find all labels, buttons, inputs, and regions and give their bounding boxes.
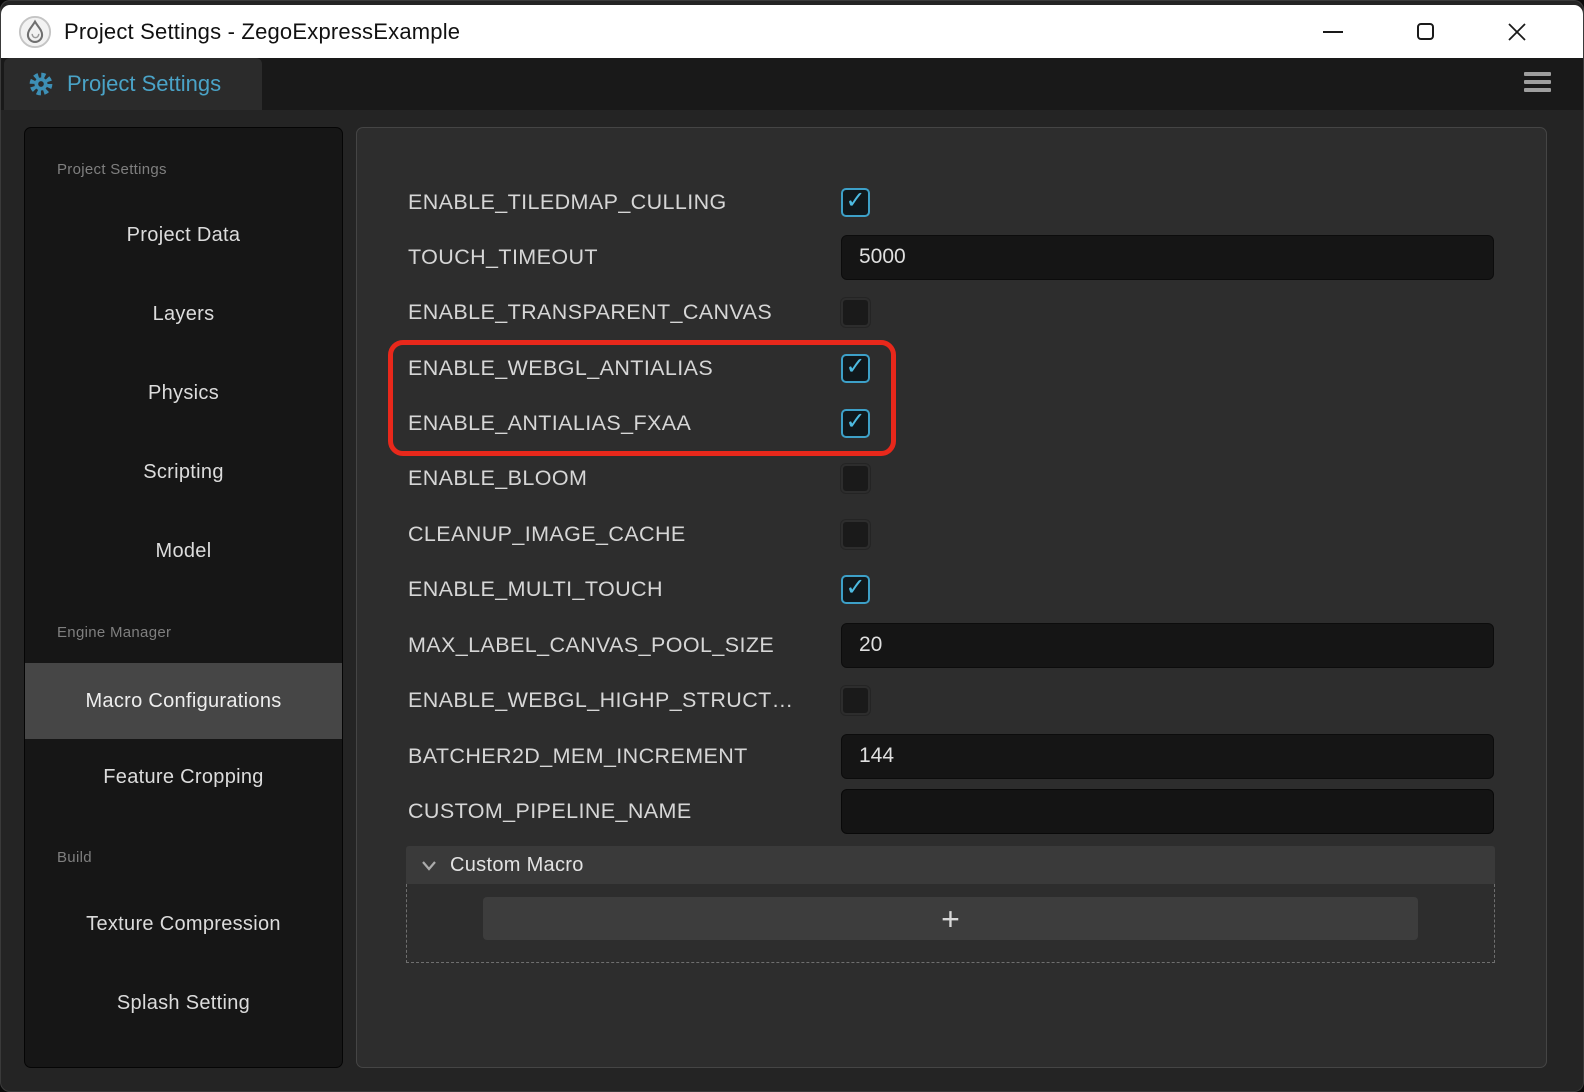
setting-label: ENABLE_ANTIALIAS_FXAA <box>408 411 691 436</box>
plus-icon: + <box>941 903 960 935</box>
sidebar-item-physics[interactable]: Physics <box>25 373 342 413</box>
close-icon <box>1507 22 1527 42</box>
setting-label: CLEANUP_IMAGE_CACHE <box>408 522 686 547</box>
setting-row: ENABLE_TILEDMAP_CULLING ✓ <box>357 179 1546 225</box>
setting-row: TOUCH_TIMEOUT <box>357 234 1546 280</box>
window-title: Project Settings - ZegoExpressExample <box>64 19 460 45</box>
setting-label: ENABLE_BLOOM <box>408 466 587 491</box>
setting-label: MAX_LABEL_CANVAS_POOL_SIZE <box>408 633 774 658</box>
checkbox-enable-antialias-fxaa[interactable]: ✓ <box>841 409 870 438</box>
setting-row: ENABLE_ANTIALIAS_FXAA ✓ <box>357 400 1546 446</box>
custom-macro-title: Custom Macro <box>450 854 584 877</box>
sidebar-item-macro-configurations[interactable]: Macro Configurations <box>25 663 342 739</box>
checkbox-cleanup-image-cache[interactable]: ✓ <box>841 520 870 549</box>
sidebar-item-model[interactable]: Model <box>25 531 342 571</box>
setting-row: ENABLE_MULTI_TOUCH ✓ <box>357 566 1546 612</box>
setting-label: ENABLE_TRANSPARENT_CANVAS <box>408 300 772 325</box>
setting-label: ENABLE_WEBGL_HIGHP_STRUCT… <box>408 688 794 713</box>
add-macro-button[interactable]: + <box>483 897 1418 940</box>
tabbar: Project Settings <box>1 58 1583 110</box>
sidebar-item-layers[interactable]: Layers <box>25 294 342 334</box>
setting-label: ENABLE_WEBGL_ANTIALIAS <box>408 356 713 381</box>
custom-macro-header[interactable]: Custom Macro <box>406 846 1495 884</box>
checkbox-enable-webgl-antialias[interactable]: ✓ <box>841 354 870 383</box>
setting-row: ENABLE_WEBGL_HIGHP_STRUCT… ✓ <box>357 677 1546 723</box>
sidebar-item-feature-cropping[interactable]: Feature Cropping <box>25 757 342 797</box>
checkbox-enable-tiledmap-culling[interactable]: ✓ <box>841 188 870 217</box>
custom-pipeline-name-input[interactable] <box>841 789 1494 834</box>
minimize-button[interactable] <box>1287 5 1379 58</box>
cocos-logo-icon <box>18 15 52 49</box>
setting-label: TOUCH_TIMEOUT <box>408 245 598 270</box>
menu-icon[interactable] <box>1524 72 1551 92</box>
setting-row: CLEANUP_IMAGE_CACHE ✓ <box>357 511 1546 557</box>
tab-label: Project Settings <box>67 71 221 97</box>
sidebar-item-scripting[interactable]: Scripting <box>25 452 342 492</box>
macro-configurations-panel: ENABLE_TILEDMAP_CULLING ✓ TOUCH_TIMEOUT … <box>356 127 1547 1068</box>
gear-icon <box>28 71 54 97</box>
setting-row: CUSTOM_PIPELINE_NAME <box>357 788 1546 834</box>
setting-label: BATCHER2D_MEM_INCREMENT <box>408 744 748 769</box>
setting-row: MAX_LABEL_CANVAS_POOL_SIZE <box>357 622 1546 668</box>
menu-bar <box>1524 80 1551 84</box>
menu-bar <box>1524 72 1551 76</box>
sidebar-item-splash-setting[interactable]: Splash Setting <box>25 983 342 1023</box>
checkbox-enable-webgl-highp-struct[interactable]: ✓ <box>841 686 870 715</box>
check-icon: ✓ <box>845 410 865 434</box>
check-icon: ✓ <box>845 576 865 600</box>
sidebar-item-project-data[interactable]: Project Data <box>25 215 342 255</box>
check-icon: ✓ <box>845 189 865 213</box>
tab-project-settings[interactable]: Project Settings <box>4 58 262 110</box>
close-button[interactable] <box>1471 5 1563 58</box>
minimize-icon <box>1323 31 1343 33</box>
setting-row: BATCHER2D_MEM_INCREMENT <box>357 733 1546 779</box>
checkbox-enable-multi-touch[interactable]: ✓ <box>841 575 870 604</box>
setting-label: ENABLE_TILEDMAP_CULLING <box>408 190 727 215</box>
setting-row: ENABLE_WEBGL_ANTIALIAS ✓ <box>357 345 1546 391</box>
maximize-button[interactable] <box>1379 5 1471 58</box>
maximize-icon <box>1417 23 1434 40</box>
setting-row: ENABLE_TRANSPARENT_CANVAS ✓ <box>357 289 1546 335</box>
setting-label: CUSTOM_PIPELINE_NAME <box>408 799 692 824</box>
custom-macro-section: Custom Macro + <box>406 846 1495 963</box>
window-controls <box>1287 5 1563 58</box>
checkbox-enable-transparent-canvas[interactable]: ✓ <box>841 298 870 327</box>
custom-macro-body: + <box>406 884 1495 963</box>
sidebar-item-texture-compression[interactable]: Texture Compression <box>25 904 342 944</box>
batcher2d-mem-increment-input[interactable] <box>841 734 1494 779</box>
setting-label: ENABLE_MULTI_TOUCH <box>408 577 663 602</box>
project-settings-window: Project Settings - ZegoExpressExample Pr… <box>0 0 1584 1092</box>
menu-bar <box>1524 88 1551 92</box>
chevron-down-icon <box>421 859 437 872</box>
setting-row: ENABLE_BLOOM ✓ <box>357 455 1546 501</box>
sidebar: Project Settings Project Data Layers Phy… <box>24 127 343 1068</box>
sidebar-group-build: Build <box>57 849 92 866</box>
sidebar-group-project-settings: Project Settings <box>57 161 167 178</box>
check-icon: ✓ <box>845 355 865 379</box>
sidebar-group-engine-manager: Engine Manager <box>57 624 171 641</box>
titlebar: Project Settings - ZegoExpressExample <box>1 5 1583 58</box>
touch-timeout-input[interactable] <box>841 235 1494 280</box>
checkbox-enable-bloom[interactable]: ✓ <box>841 464 870 493</box>
max-label-canvas-pool-size-input[interactable] <box>841 623 1494 668</box>
